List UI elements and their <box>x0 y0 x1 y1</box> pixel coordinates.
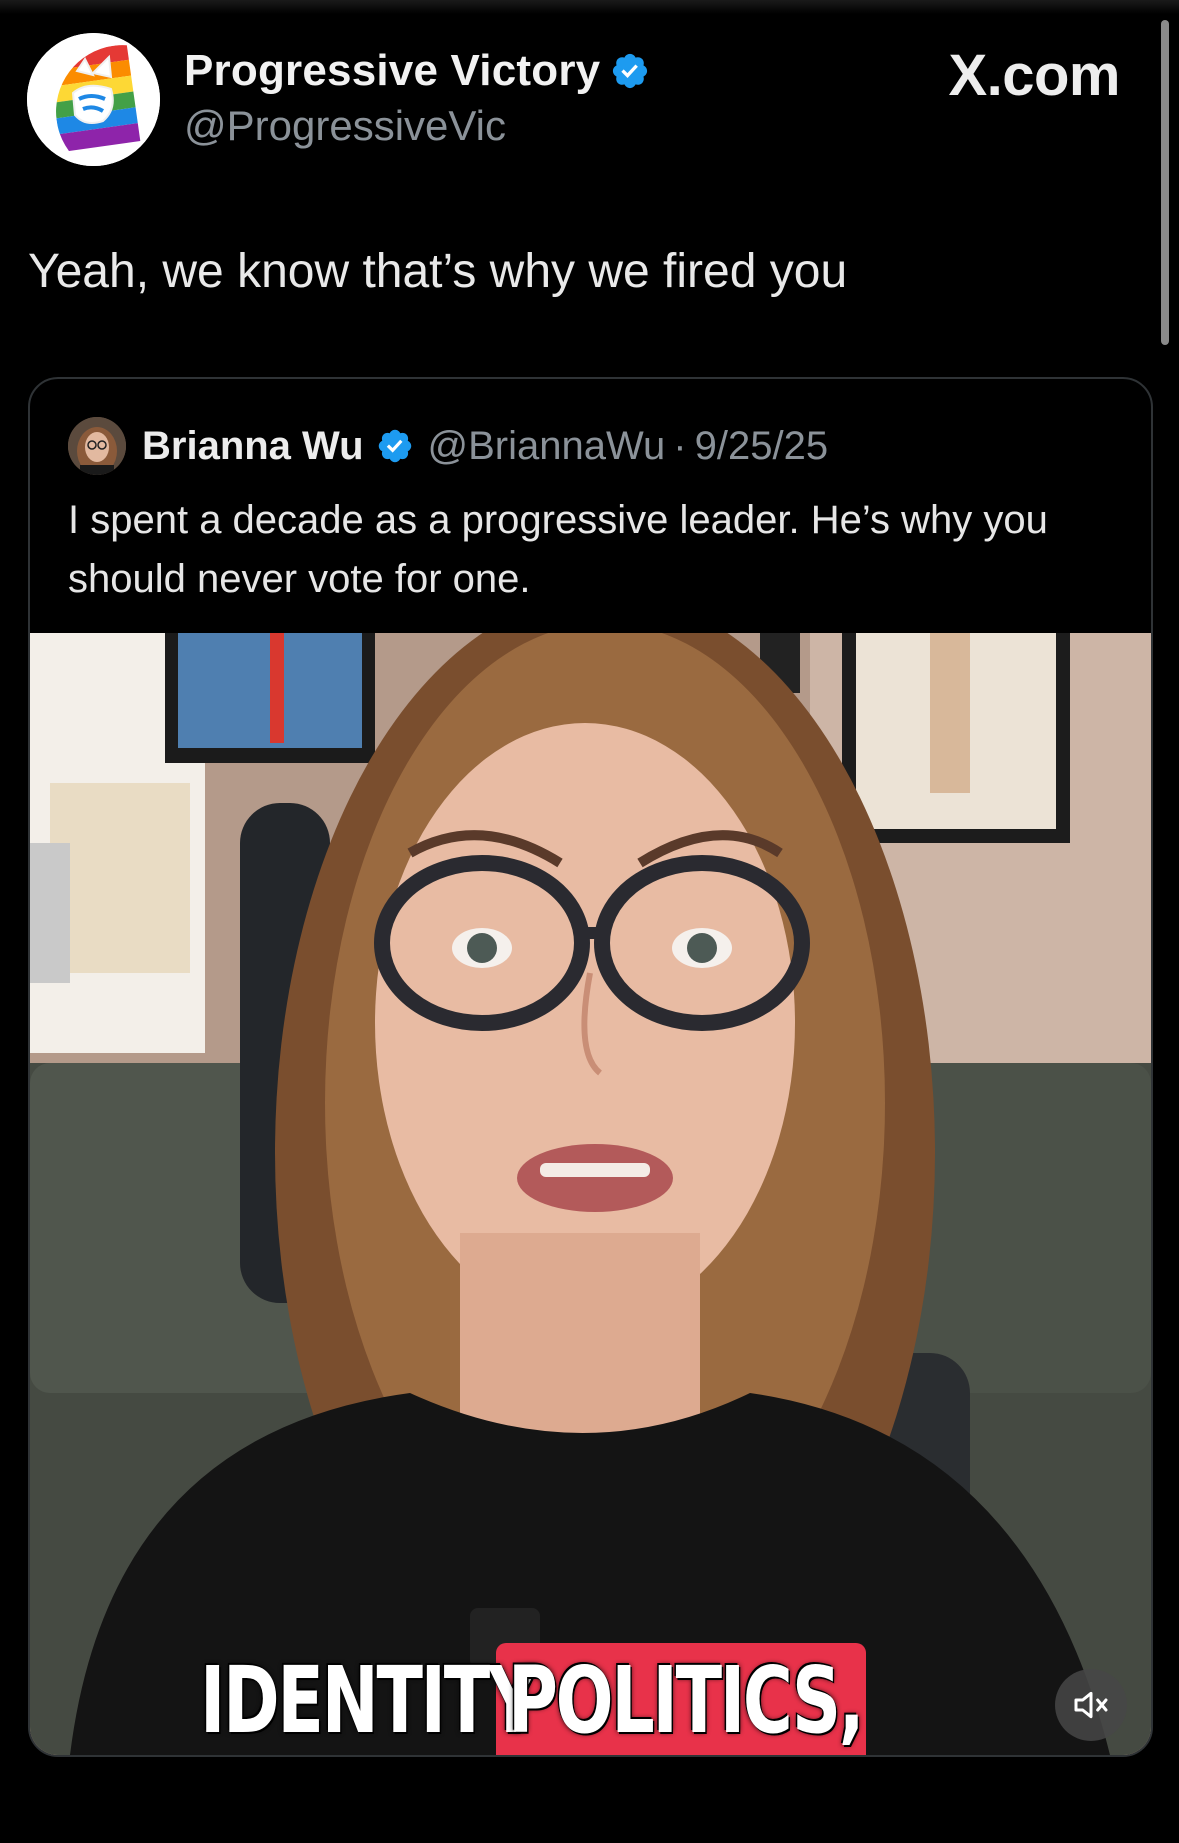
caption-word-identity: IDENTITY <box>200 1647 537 1754</box>
quoted-post-card[interactable]: Brianna Wu @BriannaWu · 9/25/25 I spent … <box>28 377 1153 1757</box>
screen: Progressive Victory @ProgressiveVic X.co… <box>0 0 1179 1843</box>
mute-icon <box>1074 1691 1108 1719</box>
video-player[interactable]: IDENTITY POLITICS, <box>30 633 1151 1755</box>
video-caption: IDENTITY POLITICS, <box>30 1643 1151 1755</box>
quoted-author-avatar[interactable] <box>68 417 126 475</box>
author-avatar[interactable] <box>27 33 160 166</box>
quoted-post-date[interactable]: 9/25/25 <box>695 424 828 469</box>
verified-badge-icon <box>613 53 648 89</box>
separator-dot: · <box>673 423 687 468</box>
site-watermark: X.com <box>948 43 1120 108</box>
quoted-post-text: I spent a decade as a progressive leader… <box>68 498 1048 601</box>
portrait-avatar-icon <box>68 417 126 475</box>
scrollbar[interactable] <box>1161 20 1169 345</box>
status-bar-shade <box>0 0 1179 14</box>
post-text: Yeah, we know that’s why we fired you <box>28 245 848 298</box>
author-name[interactable]: Progressive Victory <box>184 46 600 96</box>
caption-word-politics: POLITICS, <box>508 1647 865 1754</box>
quoted-author-name[interactable]: Brianna Wu <box>142 424 364 469</box>
quoted-post-header: Brianna Wu @BriannaWu · 9/25/25 <box>68 415 828 477</box>
video-frame-image <box>30 633 1151 1755</box>
quoted-author-handle[interactable]: @BriannaWu <box>428 424 666 469</box>
author-name-row: Progressive Victory <box>184 46 650 96</box>
author-handle[interactable]: @ProgressiveVic <box>184 102 506 150</box>
verified-badge-icon <box>378 429 411 463</box>
peace-hand-logo-icon <box>27 33 160 166</box>
mute-button[interactable] <box>1055 1669 1127 1741</box>
